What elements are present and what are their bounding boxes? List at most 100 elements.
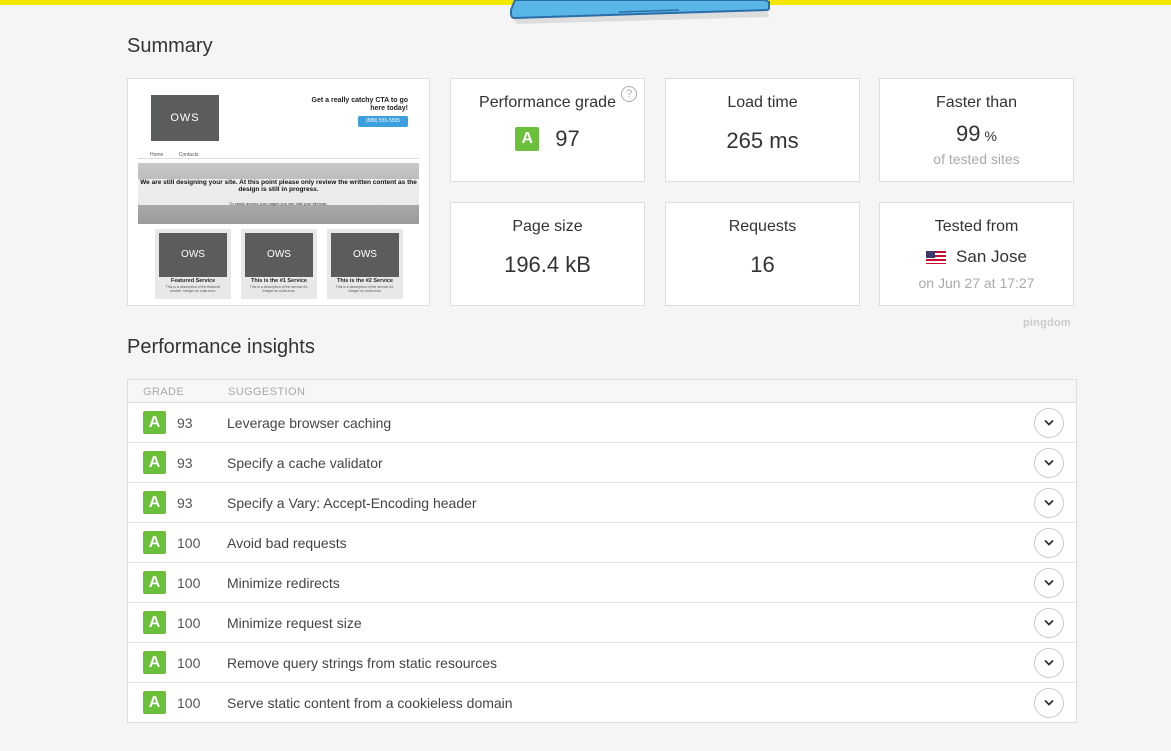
faster-than-sub: of tested sites	[933, 151, 1020, 167]
page-size-value: 196.4 kB	[504, 252, 591, 277]
preview-cta: Get a really catchy CTA to go here today…	[311, 97, 408, 112]
expand-row-button[interactable]	[1034, 688, 1064, 718]
help-icon[interactable]: ?	[621, 86, 637, 102]
row-score: 93	[177, 495, 193, 511]
preview-service-card: OWS This is the #1 Service This is a des…	[241, 229, 317, 299]
preview-service-title: This is the #2 Service	[337, 278, 393, 284]
row-score: 93	[177, 415, 193, 431]
chevron-down-icon	[1044, 539, 1054, 546]
chevron-down-icon	[1044, 619, 1054, 626]
table-row[interactable]: A 100 Minimize request size	[128, 603, 1076, 643]
load-time-label: Load time	[727, 94, 798, 111]
preview-service-image: OWS	[331, 233, 399, 277]
table-row[interactable]: A 100 Serve static content from a cookiele…	[128, 683, 1076, 723]
row-score: 100	[177, 655, 201, 671]
expand-row-button[interactable]	[1034, 448, 1064, 478]
preview-service-desc: This is a description of the service #2.…	[335, 285, 395, 293]
preview-hero: We are still designing your site. At thi…	[138, 163, 419, 224]
laptop-illustration	[510, 0, 770, 24]
preview-hero-subtext: To easily access your pages you can visi…	[229, 201, 328, 206]
us-flag-icon	[926, 250, 947, 264]
grade-badge: A	[143, 571, 166, 594]
grade-badge: A	[515, 127, 540, 151]
load-time-value: 265 ms	[726, 128, 799, 153]
grade-badge: A	[143, 491, 166, 514]
preview-service-card: OWS Featured Service This is a descripti…	[155, 229, 231, 299]
performance-grade-label: Performance grade	[479, 94, 616, 111]
grade-badge: A	[143, 531, 166, 554]
insights-table-body: A 93 Leverage browser caching A 93 Specify a …	[128, 403, 1076, 723]
tested-from-card: Tested from San Jose on Jun 27 at 17:27	[879, 202, 1074, 306]
preview-hero-text: We are still designing your site. At thi…	[140, 179, 417, 193]
table-row[interactable]: A 100 Minimize redirects	[128, 563, 1076, 603]
table-row[interactable]: A 93 Leverage browser caching	[128, 403, 1076, 443]
faster-than-card: Faster than 99% of tested sites	[879, 78, 1074, 182]
row-score: 100	[177, 615, 201, 631]
chevron-down-icon	[1044, 579, 1054, 586]
row-score: 100	[177, 575, 201, 591]
row-suggestion: Specify a Vary: Accept-Encoding header	[227, 495, 477, 511]
row-score: 100	[177, 695, 201, 711]
row-suggestion: Leverage browser caching	[227, 415, 392, 431]
preview-service-title: Featured Service	[170, 278, 216, 284]
table-row[interactable]: A 93 Specify a Vary: Accept-Encoding heade…	[128, 483, 1076, 523]
expand-row-button[interactable]	[1034, 648, 1064, 678]
site-screenshot-preview: OWS Get a really catchy CTA to go here t…	[127, 78, 430, 306]
row-suggestion: Serve static content from a cookieless d…	[227, 695, 513, 711]
expand-row-button[interactable]	[1034, 568, 1064, 598]
grade-badge: A	[143, 691, 166, 714]
insights-table-header: GRADE SUGGESTION	[128, 380, 1076, 403]
suggestion-column-header: SUGGESTION	[228, 386, 306, 398]
preview-service-card: OWS This is the #2 Service This is a des…	[327, 229, 403, 299]
preview-service-image: OWS	[245, 233, 313, 277]
preview-service-title: This is the #1 Service	[251, 278, 307, 284]
preview-service-desc: This is a description of the service #1.…	[249, 285, 309, 293]
expand-row-button[interactable]	[1034, 408, 1064, 438]
page-size-card: Page size 196.4 kB	[450, 202, 645, 306]
tested-from-date: on Jun 27 at 17:27	[918, 275, 1035, 291]
chevron-down-icon	[1044, 659, 1054, 666]
expand-row-button[interactable]	[1034, 528, 1064, 558]
row-suggestion: Minimize request size	[227, 615, 362, 631]
pingdom-logo: pingdom	[1023, 317, 1071, 329]
table-row[interactable]: A 100 Remove query strings from static res…	[128, 643, 1076, 683]
table-row[interactable]: A 100 Avoid bad requests	[128, 523, 1076, 563]
requests-label: Requests	[728, 218, 797, 235]
insights-title: Performance insights	[127, 336, 315, 358]
chevron-down-icon	[1044, 499, 1054, 506]
row-suggestion: Minimize redirects	[227, 575, 340, 591]
tested-from-location: San Jose	[956, 247, 1027, 266]
preview-cta-button: (888) 555-5555	[358, 116, 408, 127]
requests-card: Requests 16	[665, 202, 860, 306]
summary-title: Summary	[127, 35, 213, 57]
chevron-down-icon	[1044, 419, 1054, 426]
row-score: 100	[177, 535, 201, 551]
expand-row-button[interactable]	[1034, 488, 1064, 518]
faster-than-value-row: 99%	[880, 121, 1073, 147]
preview-service-image: OWS	[159, 233, 227, 277]
chevron-down-icon	[1044, 459, 1054, 466]
chevron-down-icon	[1044, 699, 1054, 706]
requests-value: 16	[750, 252, 775, 277]
grade-column-header: GRADE	[143, 386, 185, 398]
faster-than-value: 99	[956, 121, 981, 146]
expand-row-button[interactable]	[1034, 608, 1064, 638]
page-size-label: Page size	[512, 218, 583, 235]
performance-grade-value: 97	[555, 126, 580, 151]
row-suggestion: Remove query strings from static resourc…	[227, 655, 497, 671]
tested-from-label: Tested from	[934, 218, 1019, 235]
performance-grade-card: Performance grade ? A 97	[450, 78, 645, 182]
row-suggestion: Specify a cache validator	[227, 455, 383, 471]
load-time-card: Load time 265 ms	[665, 78, 860, 182]
grade-badge: A	[143, 651, 166, 674]
grade-badge: A	[143, 411, 166, 434]
faster-than-label: Faster than	[936, 94, 1017, 111]
grade-badge: A	[143, 451, 166, 474]
preview-nav-divider	[138, 158, 419, 159]
insights-table: GRADE SUGGESTION A 93 Leverage browser cac…	[127, 379, 1077, 723]
table-row[interactable]: A 93 Specify a cache validator	[128, 443, 1076, 483]
preview-logo: OWS	[151, 95, 219, 141]
faster-than-unit: %	[984, 128, 997, 144]
preview-service-desc: This is a description of the featured se…	[165, 285, 221, 293]
row-score: 93	[177, 455, 193, 471]
